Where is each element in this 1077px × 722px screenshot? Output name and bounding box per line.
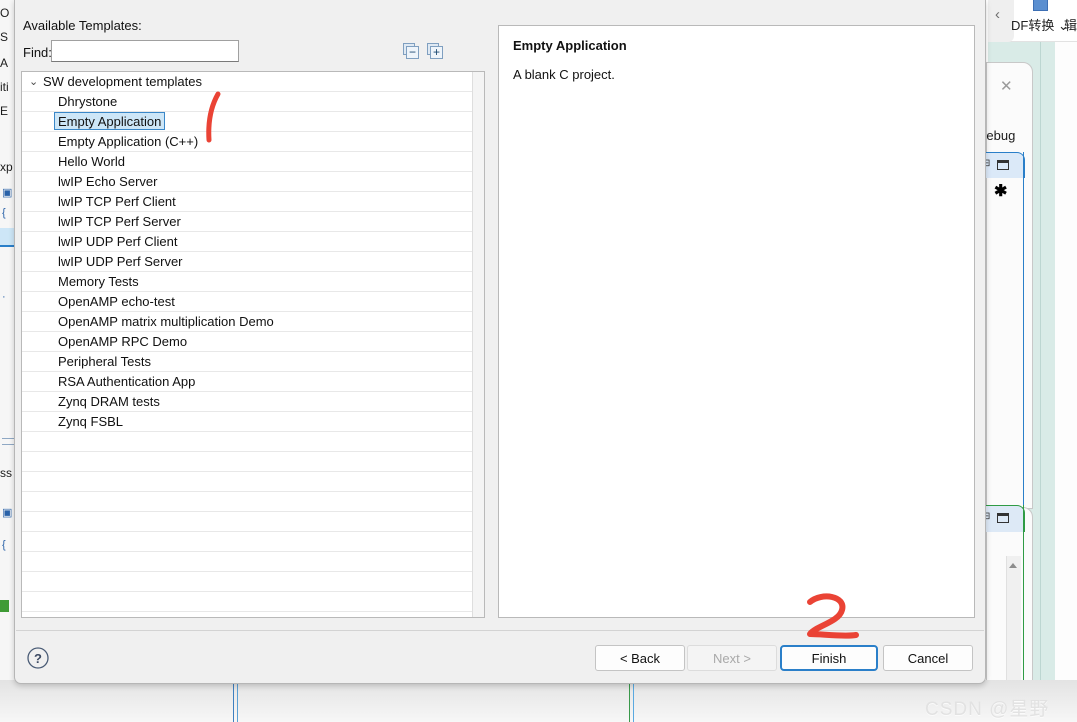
teal-divider	[1040, 42, 1041, 682]
pdf-convert-menu[interactable]: DF转换 ⌄	[1011, 15, 1069, 34]
tree-item-label: Memory Tests	[58, 274, 139, 289]
chevron-left-icon[interactable]: ‹	[995, 6, 1000, 23]
tree-item[interactable]: Empty Application (C++)	[22, 132, 484, 152]
tree-item-label: RSA Authentication App	[58, 374, 196, 389]
bottom-divider	[633, 680, 634, 722]
vertical-scrollbar[interactable]	[1006, 556, 1021, 682]
tree-item-label: lwIP TCP Perf Client	[58, 194, 176, 209]
button-bar-divider	[16, 630, 984, 631]
tree-item[interactable]: OpenAMP RPC Demo	[22, 332, 484, 352]
tree-item-label: Empty Application (C++)	[58, 134, 199, 149]
tree-empty-row	[22, 492, 484, 512]
tree-item[interactable]: Peripheral Tests	[22, 352, 484, 372]
tree-empty-row	[22, 552, 484, 572]
tree-item-label: Dhrystone	[58, 94, 118, 109]
tree-item-label: OpenAMP echo-test	[58, 294, 175, 309]
tree-empty-row	[22, 532, 484, 552]
tree-item-label: OpenAMP matrix multiplication Demo	[58, 314, 274, 329]
plus-icon: +	[432, 45, 440, 59]
tree-group-label: SW development templates	[43, 74, 202, 89]
tree-item-label: Hello World	[58, 154, 125, 169]
maximize-icon[interactable]	[997, 160, 1009, 170]
tab-edge-line	[1023, 152, 1024, 507]
tree-item-label: OpenAMP RPC Demo	[58, 334, 188, 349]
finish-button[interactable]: Finish	[780, 645, 878, 671]
back-button[interactable]: < Back	[595, 645, 685, 671]
tree-group-sw-development-templates[interactable]: ⌄ SW development templates	[22, 72, 484, 92]
tree-empty-row	[22, 572, 484, 592]
close-icon[interactable]: ✕	[1000, 77, 1013, 95]
tree-item-label: lwIP UDP Perf Server	[58, 254, 183, 269]
find-label: Find:	[23, 45, 52, 60]
tree-empty-row	[22, 512, 484, 532]
tree-item[interactable]: OpenAMP matrix multiplication Demo	[22, 312, 484, 332]
next-button: Next >	[687, 645, 777, 671]
description-title: Empty Application	[513, 38, 627, 53]
tree-empty-row	[22, 592, 484, 612]
scroll-up-arrow-icon[interactable]	[1009, 563, 1017, 568]
description-body: A blank C project.	[513, 67, 615, 82]
expand-all-icon[interactable]: +	[427, 43, 444, 60]
tree-item[interactable]: OpenAMP echo-test	[22, 292, 484, 312]
minus-icon: −	[408, 45, 416, 59]
tree-empty-row	[22, 472, 484, 492]
tree-item[interactable]: lwIP UDP Perf Client	[22, 232, 484, 252]
svg-text:?: ?	[34, 651, 42, 666]
tree-item-label: lwIP TCP Perf Server	[58, 214, 181, 229]
tree-item[interactable]: Hello World	[22, 152, 484, 172]
tree-empty-row	[22, 432, 484, 452]
bottom-status-band	[0, 680, 1077, 722]
edit-menu[interactable]: 辑	[1064, 15, 1077, 34]
tree-item[interactable]: lwIP TCP Perf Server	[22, 212, 484, 232]
tab-edge-line	[1023, 505, 1024, 682]
excel-icon	[1033, 0, 1048, 11]
help-icon[interactable]: ?	[25, 645, 51, 671]
templates-tree-scrollbar[interactable]	[472, 72, 484, 617]
tree-item[interactable]: Empty Application	[22, 112, 484, 132]
tree-item-label: lwIP Echo Server	[58, 174, 158, 189]
bottom-divider	[629, 680, 630, 722]
tree-item[interactable]: lwIP UDP Perf Server	[22, 252, 484, 272]
tree-item[interactable]: RSA Authentication App	[22, 372, 484, 392]
status-chip	[0, 600, 9, 612]
bottom-divider	[233, 680, 234, 722]
tree-empty-row	[22, 452, 484, 472]
maximize-icon[interactable]	[997, 513, 1009, 523]
tree-item-label: Zynq DRAM tests	[58, 394, 160, 409]
tree-item[interactable]: Dhrystone	[22, 92, 484, 112]
tree-item[interactable]: Zynq DRAM tests	[22, 392, 484, 412]
tree-item[interactable]: Memory Tests	[22, 272, 484, 292]
tree-item-label: Empty Application	[54, 112, 166, 130]
collapse-all-icon[interactable]: −	[403, 43, 420, 60]
templates-tree[interactable]: ⌄ SW development templates Dhrystone Empty …	[21, 71, 485, 618]
available-templates-label: Available Templates:	[23, 18, 142, 33]
csdn-watermark: CSDN @星野	[925, 699, 1050, 720]
asterisk-icon: ✱	[994, 183, 1008, 200]
tree-item-label: Peripheral Tests	[58, 354, 151, 369]
find-input[interactable]	[51, 40, 239, 62]
template-description-panel: Empty Application A blank C project.	[498, 25, 975, 618]
new-project-template-dialog: Available Templates: Find: − + ⌄ SW devel…	[14, 0, 986, 684]
tree-item[interactable]: Zynq FSBL	[22, 412, 484, 432]
cancel-button[interactable]: Cancel	[883, 645, 973, 671]
bottom-divider	[237, 680, 238, 722]
tree-item[interactable]: lwIP Echo Server	[22, 172, 484, 192]
chevron-down-icon[interactable]: ⌄	[29, 72, 43, 92]
tree-item-label: Zynq FSBL	[58, 414, 124, 429]
tree-item[interactable]: lwIP TCP Perf Client	[22, 192, 484, 212]
right-white-panel	[1055, 42, 1077, 682]
tree-item-label: lwIP UDP Perf Client	[58, 234, 178, 249]
